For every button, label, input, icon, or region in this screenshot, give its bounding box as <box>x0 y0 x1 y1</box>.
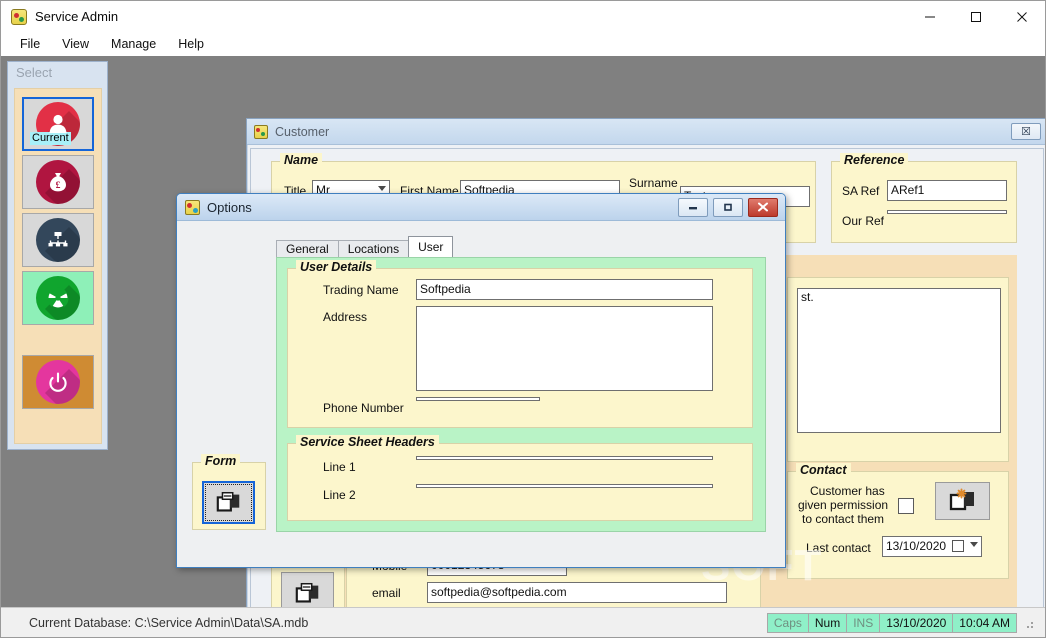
line2-label: Line 2 <box>323 488 356 502</box>
tab-locations[interactable]: Locations <box>337 240 410 257</box>
email-field[interactable]: softpedia@softpedia.com <box>427 582 727 603</box>
app-icon <box>11 8 27 25</box>
svg-text:£: £ <box>56 181 61 191</box>
phone-number-label: Phone Number <box>323 401 404 415</box>
org-chart-icon <box>36 218 80 262</box>
last-contact-date-picker[interactable]: 13/10/2020 <box>882 536 982 557</box>
last-contact-value: 13/10/2020 <box>886 539 947 553</box>
trading-name-label: Trading Name <box>323 283 399 297</box>
options-window-title: Options <box>207 199 252 215</box>
statusbar-ins: INS <box>846 612 880 633</box>
resize-grip-icon[interactable] <box>1021 616 1035 630</box>
statusbar-indicators: Caps Num INS 13/10/2020 10:04 AM <box>766 612 1035 633</box>
sidebar-item-structure[interactable] <box>22 213 94 267</box>
customer-titlebar: Customer ☒ <box>247 119 1045 145</box>
trading-name-field[interactable]: Softpedia <box>416 279 713 300</box>
user-tab-panel: User Details Trading Name Softpedia Addr… <box>276 257 766 532</box>
contact-permission-checkbox[interactable] <box>898 498 914 514</box>
window-controls <box>907 1 1045 32</box>
contact-group: Contact Customer has given permission to… <box>787 463 1009 579</box>
phone-number-field[interactable] <box>416 397 540 401</box>
menu-item-view[interactable]: View <box>51 34 100 54</box>
our-ref-field[interactable] <box>887 210 1007 214</box>
our-ref-label: Our Ref <box>842 214 885 228</box>
line1-field[interactable] <box>416 456 713 460</box>
new-form-icon <box>216 491 239 512</box>
statusbar: Current Database: C:\Service Admin\Data\… <box>1 607 1045 637</box>
service-wheel-icon <box>36 276 80 320</box>
surname-label: Surname <box>629 176 678 190</box>
new-document-icon <box>949 488 974 511</box>
customer-close-button[interactable]: ☒ <box>1011 123 1041 140</box>
tab-user[interactable]: User <box>408 236 454 257</box>
options-window-controls <box>678 197 778 217</box>
customer-window-icon <box>254 124 268 139</box>
reference-group: Reference SA Ref ARef1 Our Ref <box>831 153 1017 243</box>
sidebar-item-customer[interactable]: Current <box>22 97 94 151</box>
menu-item-manage[interactable]: Manage <box>100 34 167 54</box>
tab-general[interactable]: General <box>276 240 339 257</box>
customer-window-title: Customer <box>275 124 330 139</box>
options-new-form-button[interactable] <box>202 481 255 524</box>
minimize-icon[interactable] <box>907 1 953 32</box>
sa-ref-label: SA Ref <box>842 184 880 198</box>
notes-field[interactable]: st. <box>797 288 1001 433</box>
menubar: File View Manage Help <box>1 32 1045 56</box>
statusbar-date: 13/10/2020 <box>879 612 953 633</box>
money-bag-pound-icon: £ <box>36 160 80 204</box>
permission-label-line2: given permission <box>798 498 889 512</box>
sidebar: Select Current £ <box>7 61 108 450</box>
chevron-down-icon <box>378 186 386 191</box>
power-icon <box>36 360 80 404</box>
mdi-client-area: Select Current £ Customer ☒ Name Title M… <box>1 56 1045 637</box>
main-titlebar: Service Admin <box>1 1 1045 32</box>
new-form-icon <box>295 582 318 603</box>
sidebar-buttons: Current £ <box>14 88 102 444</box>
sa-ref-field[interactable]: ARef1 <box>887 180 1007 201</box>
application-window: Service Admin File View Manage Help Sele… <box>0 0 1046 638</box>
statusbar-database-path: Current Database: C:\Service Admin\Data\… <box>29 615 309 630</box>
options-form-group: Form <box>192 454 266 530</box>
options-maximize-button[interactable] <box>713 197 743 217</box>
last-contact-label: Last contact <box>806 541 871 555</box>
sidebar-header: Select <box>16 65 53 80</box>
address-label: Address <box>323 310 368 324</box>
statusbar-caps: Caps <box>766 612 808 633</box>
permission-label-line3: to contact them <box>802 512 885 526</box>
user-details-legend: User Details <box>296 260 377 274</box>
notes-group: st. <box>787 277 1009 462</box>
options-minimize-button[interactable] <box>678 197 708 217</box>
app-title: Service Admin <box>35 9 119 24</box>
close-icon[interactable] <box>999 1 1045 32</box>
sidebar-item-exit[interactable] <box>22 355 94 409</box>
statusbar-num: Num <box>807 612 847 633</box>
statusbar-time: 10:04 AM <box>952 612 1017 633</box>
sidebar-item-money[interactable]: £ <box>22 155 94 209</box>
service-sheet-headers-legend: Service Sheet Headers <box>296 435 439 449</box>
line1-label: Line 1 <box>323 460 356 474</box>
options-tabstrip: General Locations User <box>276 236 454 257</box>
new-contact-button[interactable] <box>935 482 990 520</box>
name-group-legend: Name <box>280 153 323 167</box>
permission-label-line1: Customer has <box>810 484 885 498</box>
options-window-icon <box>185 199 200 215</box>
chevron-down-icon <box>970 542 978 547</box>
sidebar-item-service[interactable] <box>22 271 94 325</box>
email-label: email <box>372 586 401 600</box>
address-field[interactable] <box>416 306 713 391</box>
service-sheet-headers-group: Service Sheet Headers Line 1 Line 2 <box>287 435 753 521</box>
maximize-icon[interactable] <box>953 1 999 32</box>
contact-group-legend: Contact <box>796 463 851 477</box>
calendar-icon <box>952 540 964 552</box>
line2-field[interactable] <box>416 484 713 488</box>
options-close-button[interactable] <box>748 197 778 217</box>
menu-item-file[interactable]: File <box>9 34 51 54</box>
reference-group-legend: Reference <box>840 153 909 167</box>
menu-item-help[interactable]: Help <box>167 34 215 54</box>
options-titlebar: Options <box>177 194 785 221</box>
user-details-group: User Details Trading Name Softpedia Addr… <box>287 260 753 428</box>
options-form-legend: Form <box>201 454 241 468</box>
